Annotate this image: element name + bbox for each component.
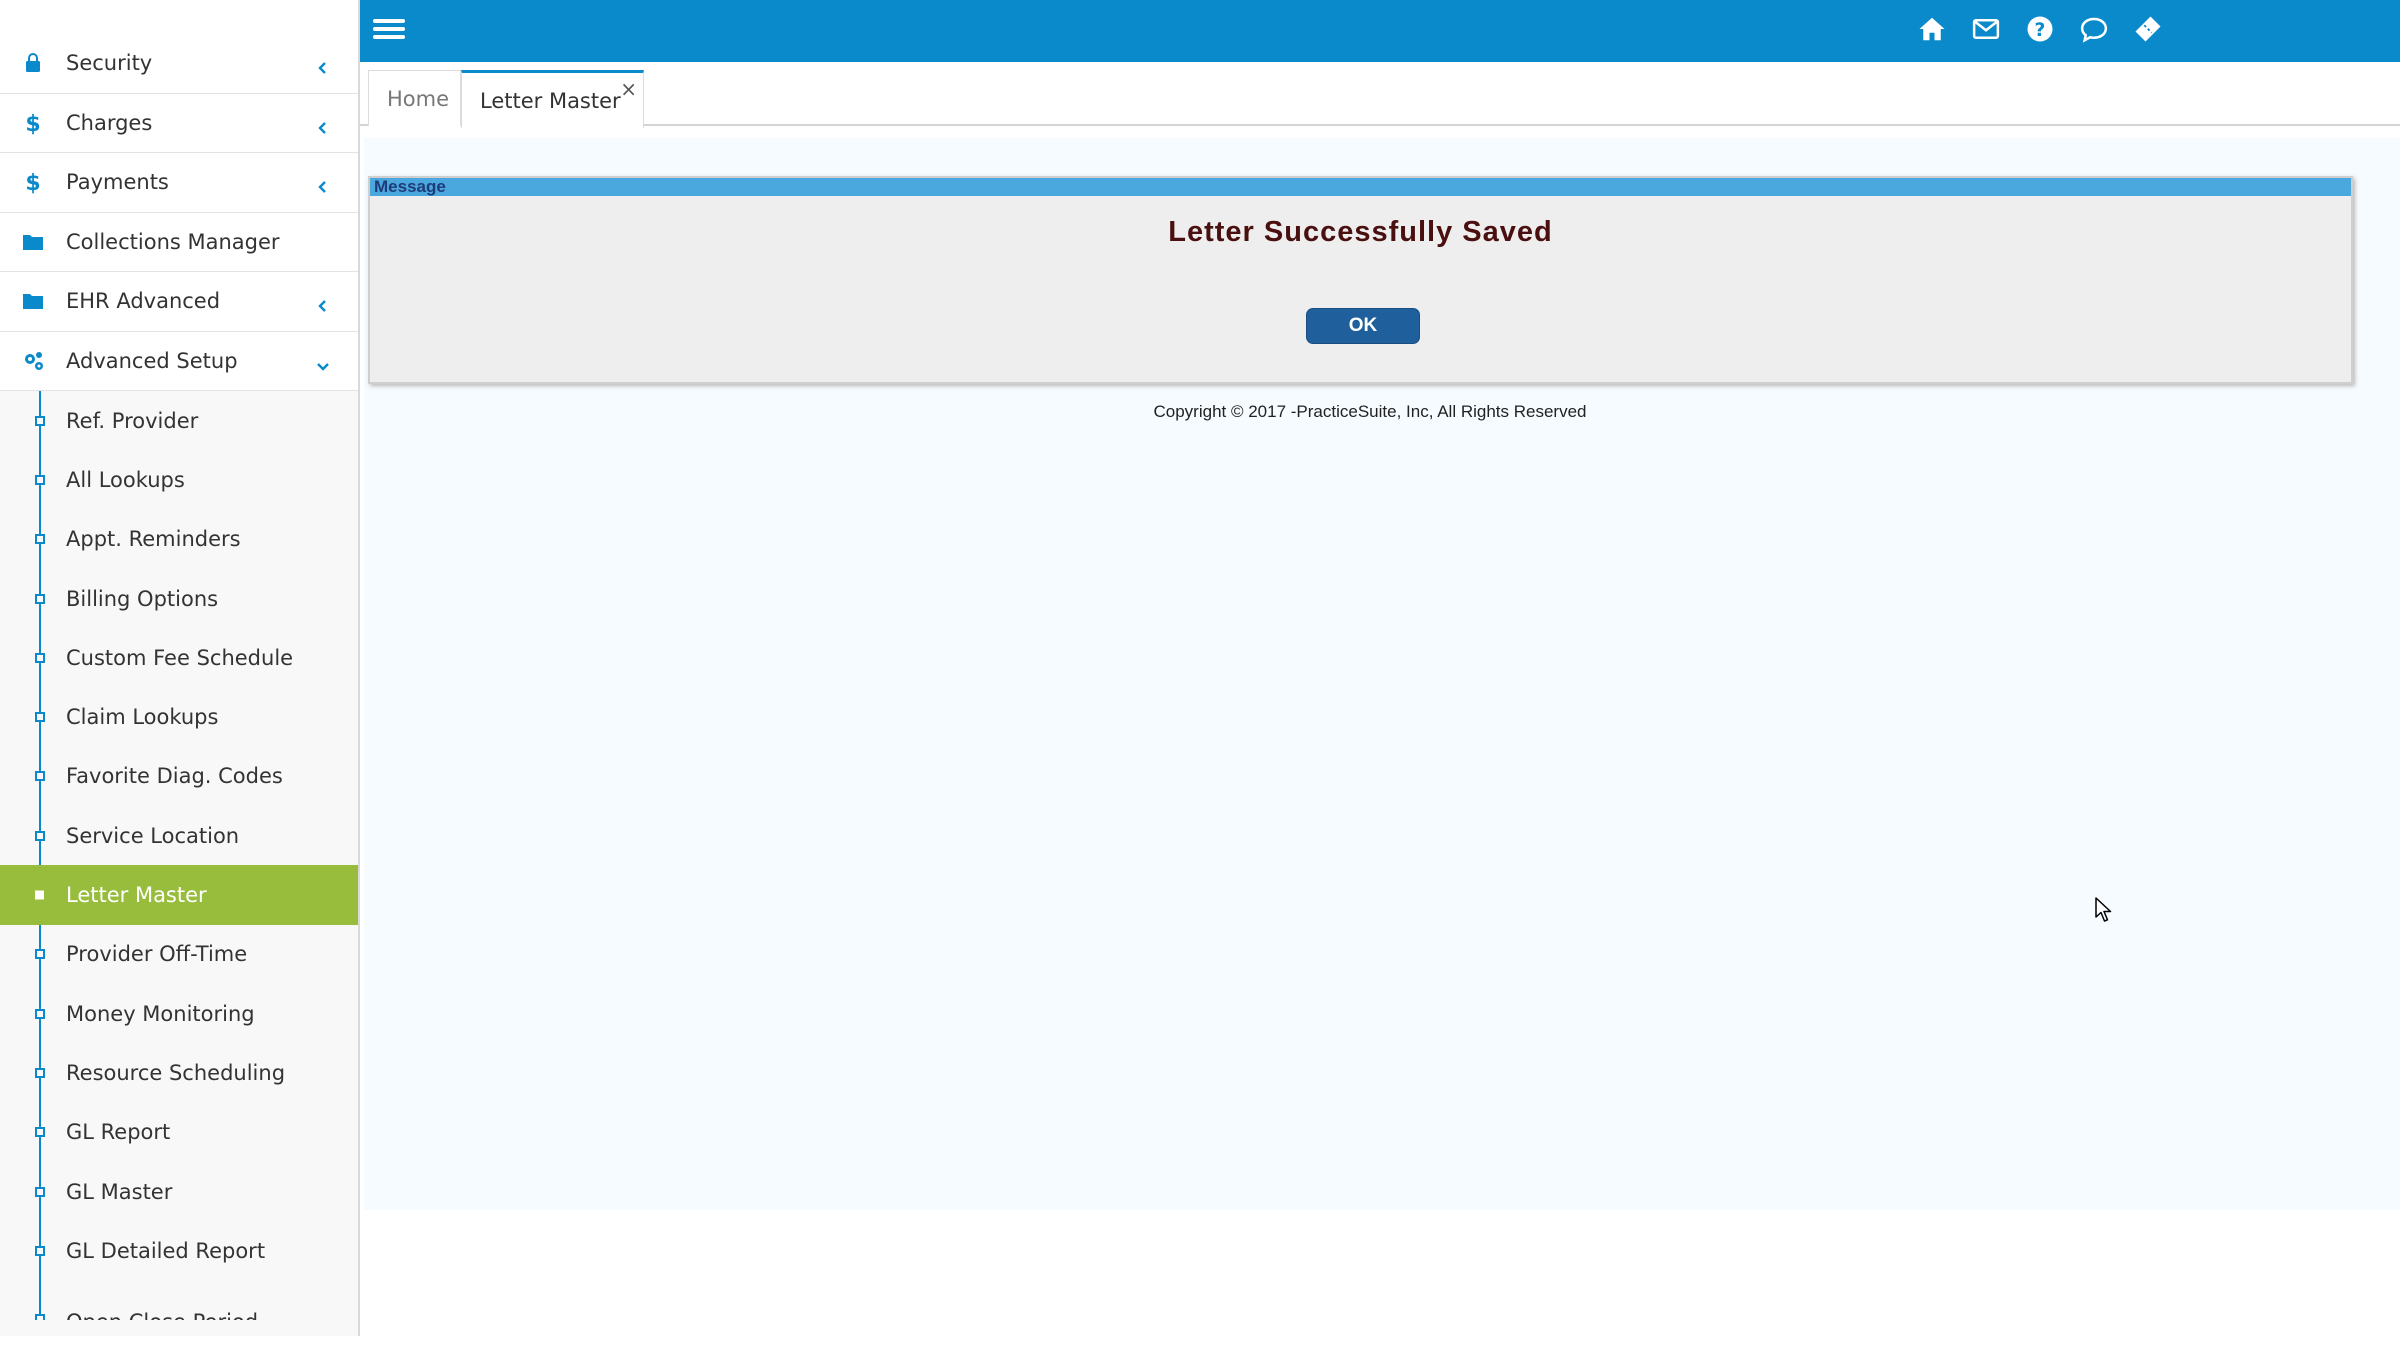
sidebar-item-label: Provider Off-Time: [66, 942, 248, 967]
top-navbar: ?: [360, 0, 2400, 62]
chevron-left-icon: [316, 56, 330, 75]
node-icon: [35, 771, 45, 782]
svg-text:$: $: [25, 171, 40, 194]
sidebar-item-label: Open Close Period: [66, 1310, 258, 1320]
node-icon: [35, 1245, 45, 1256]
node-icon: [35, 830, 45, 841]
sidebar-item-all-lookups[interactable]: All Lookups: [0, 450, 358, 509]
sidebar-item-label: Advanced Setup: [66, 348, 238, 373]
sidebar-item-charges[interactable]: $ Charges: [0, 93, 358, 153]
home-icon[interactable]: [1916, 12, 1948, 46]
dollar-icon: $: [0, 170, 66, 194]
dollar-icon: $: [0, 111, 66, 135]
message-dialog: Message Letter Successfully Saved OK: [368, 176, 2353, 384]
sidebar-item-ehr-advanced[interactable]: EHR Advanced: [0, 272, 358, 332]
tab-label: Letter Master: [480, 88, 621, 113]
top-icon-group: ?: [1916, 12, 2164, 46]
sidebar-item-label: Ref. Provider: [66, 408, 199, 433]
tab-bar: Home Letter Master ×: [360, 62, 2400, 128]
sidebar-item-security[interactable]: Security: [0, 34, 358, 94]
node-icon: [35, 534, 45, 545]
sidebar-item-collections-manager[interactable]: Collections Manager: [0, 212, 358, 272]
sidebar-item-label: Payments: [66, 170, 169, 195]
sidebar-item-billing-options[interactable]: Billing Options: [0, 569, 358, 628]
chevron-left-icon: [316, 175, 330, 194]
copyright-text: Copyright © 2017 -PracticeSuite, Inc, Al…: [1153, 402, 1587, 421]
sidebar-item-service-location[interactable]: Service Location: [0, 806, 358, 865]
node-icon: [35, 474, 45, 485]
sidebar-item-letter-master[interactable]: Letter Master: [0, 865, 358, 925]
lock-icon: [0, 51, 66, 75]
chat-icon[interactable]: [2078, 12, 2110, 46]
gears-icon: [0, 349, 66, 373]
sidebar-item-label: Appt. Reminders: [66, 527, 241, 552]
node-icon: [35, 1008, 45, 1019]
mouse-cursor-icon: [2095, 897, 2112, 922]
sidebar-item-label: EHR Advanced: [66, 289, 221, 314]
sidebar-item-label: GL Detailed Report: [66, 1238, 266, 1263]
sidebar: Security $ Charges $ Payments Collection…: [0, 0, 360, 1336]
sidebar-item-label: GL Report: [66, 1120, 171, 1145]
sidebar-top-spacer: [0, 0, 358, 34]
sidebar-item-money-monitoring[interactable]: Money Monitoring: [0, 984, 358, 1043]
tab-letter-master[interactable]: Letter Master ×: [461, 70, 644, 128]
node-icon: [35, 1067, 45, 1078]
ok-button[interactable]: OK: [1306, 308, 1420, 344]
sidebar-item-label: Charges: [66, 110, 153, 135]
sidebar-item-gl-master[interactable]: GL Master: [0, 1162, 358, 1221]
node-icon: [35, 712, 45, 723]
sidebar-item-gl-report[interactable]: GL Report: [0, 1103, 358, 1162]
sidebar-item-label: Favorite Diag. Codes: [66, 764, 283, 789]
sidebar-item-resource-scheduling[interactable]: Resource Scheduling: [0, 1043, 358, 1102]
node-icon: [35, 1127, 45, 1138]
sidebar-item-ref-provider[interactable]: Ref. Provider: [0, 391, 358, 450]
folder-icon: [0, 289, 66, 313]
node-icon: [35, 890, 44, 900]
sidebar-item-advanced-setup[interactable]: Advanced Setup: [0, 331, 358, 391]
hamburger-menu-icon[interactable]: [373, 15, 405, 45]
sidebar-item-label: Letter Master: [66, 883, 207, 908]
tab-home[interactable]: Home: [368, 70, 461, 126]
tab-label: Home: [387, 86, 450, 111]
sidebar-item-label: Claim Lookups: [66, 705, 219, 730]
sidebar-item-label: Collections Manager: [66, 229, 280, 254]
node-icon: [35, 1186, 45, 1197]
svg-text:$: $: [25, 112, 40, 135]
sidebar-item-label: Money Monitoring: [66, 1001, 255, 1026]
chevron-left-icon: [316, 116, 330, 134]
sidebar-item-payments[interactable]: $ Payments: [0, 153, 358, 213]
chevron-left-icon: [316, 294, 330, 313]
sidebar-item-label: All Lookups: [66, 467, 185, 492]
sidebar-item-claim-lookups[interactable]: Claim Lookups: [0, 687, 358, 746]
sidebar-item-custom-fee-schedule[interactable]: Custom Fee Schedule: [0, 628, 358, 687]
sidebar-item-label: Service Location: [66, 823, 240, 848]
advanced-setup-submenu: Ref. Provider All Lookups Appt. Reminder…: [0, 391, 358, 1321]
sidebar-item-label: Security: [66, 51, 153, 76]
dialog-header: Message: [370, 178, 2351, 196]
node-icon: [35, 1314, 45, 1321]
sidebar-item-label: Billing Options: [66, 586, 219, 611]
ticket-icon[interactable]: [2132, 12, 2164, 46]
chevron-down-icon: [316, 354, 330, 371]
node-icon: [35, 415, 45, 426]
sidebar-item-favorite-diag-codes[interactable]: Favorite Diag. Codes: [0, 747, 358, 806]
help-icon[interactable]: ?: [2024, 12, 2056, 46]
node-icon: [35, 949, 45, 960]
node-icon: [35, 652, 45, 663]
main-content: Message Letter Successfully Saved OK Cop…: [364, 138, 2400, 1210]
sidebar-item-label: Resource Scheduling: [66, 1060, 286, 1085]
svg-text:?: ?: [2035, 20, 2046, 41]
sidebar-item-open-close-period[interactable]: Open Close Period: [0, 1280, 358, 1321]
folder-icon: [0, 230, 66, 254]
sidebar-item-provider-off-time[interactable]: Provider Off-Time: [0, 925, 358, 984]
sidebar-item-label: Custom Fee Schedule: [66, 645, 294, 670]
sidebar-item-appt-reminders[interactable]: Appt. Reminders: [0, 510, 358, 569]
sidebar-item-label: GL Master: [66, 1179, 173, 1204]
close-icon[interactable]: ×: [620, 77, 637, 101]
mail-icon[interactable]: [1970, 12, 2002, 46]
node-icon: [35, 593, 45, 604]
sidebar-item-gl-detailed-report[interactable]: GL Detailed Report: [0, 1221, 358, 1280]
dialog-message: Letter Successfully Saved: [1168, 216, 1553, 248]
